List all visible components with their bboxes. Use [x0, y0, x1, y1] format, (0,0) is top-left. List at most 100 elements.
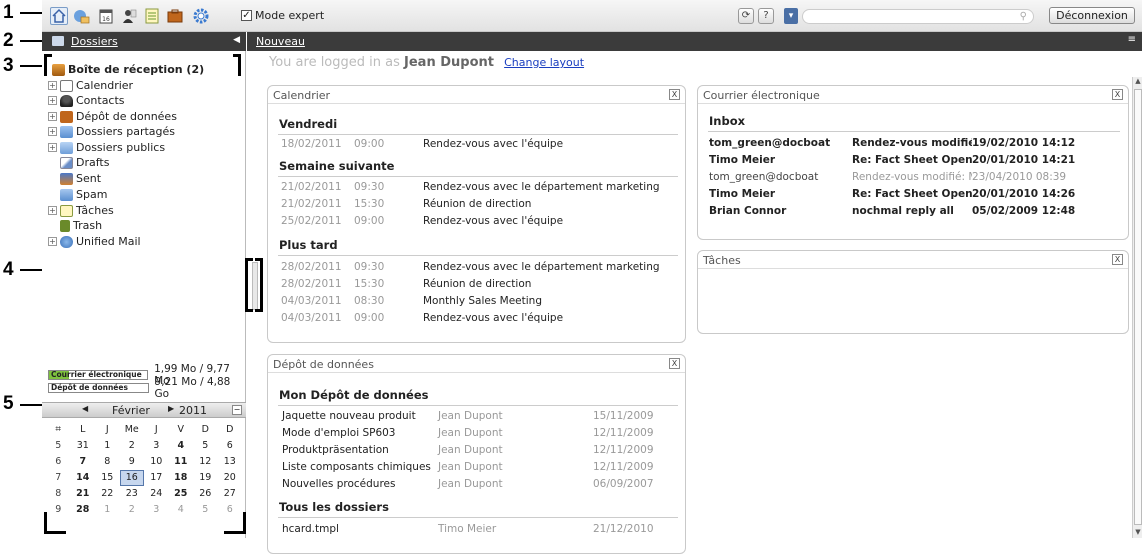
folder-tasks[interactable]: + Tâches	[48, 203, 114, 218]
expand-icon[interactable]: +	[48, 96, 57, 105]
calendar-day[interactable]: 22	[95, 486, 120, 502]
calendar-day[interactable]: 14	[71, 470, 96, 486]
calendar-day[interactable]: 3	[144, 438, 169, 454]
expand-icon[interactable]: +	[48, 81, 57, 90]
calendar-day[interactable]: 31	[71, 438, 96, 454]
refresh-button[interactable]: ⟳	[738, 8, 754, 24]
folder-sent[interactable]: Sent	[48, 171, 101, 186]
calendar-day[interactable]: 6	[218, 438, 243, 454]
close-icon[interactable]: X	[669, 89, 680, 100]
calendar-day[interactable]: 21	[71, 486, 96, 502]
calendar-day[interactable]: 12	[193, 454, 218, 470]
folder-infostore[interactable]: + Dépôt de données	[48, 109, 177, 124]
calendar-day[interactable]: 5	[193, 502, 218, 518]
calendar-day[interactable]: 4	[169, 438, 194, 454]
calendar-day[interactable]: 9	[120, 454, 145, 470]
calendar-day[interactable]: 26	[193, 486, 218, 502]
mail-row[interactable]: tom_green@docboatRendez-vous modifié: Mo…	[709, 171, 1128, 183]
prev-month-icon[interactable]: ◀	[82, 404, 88, 413]
folder-public[interactable]: + Dossiers publics	[48, 140, 165, 155]
settings-icon[interactable]	[192, 7, 210, 25]
infostore-icon[interactable]	[166, 7, 184, 25]
logout-button[interactable]: Déconnexion	[1049, 7, 1135, 24]
calendar-day[interactable]: 15	[95, 470, 120, 486]
week-number[interactable]: 5	[46, 438, 71, 454]
event-row[interactable]: 04/03/2011 09:00 Rendez-vous avec l'équipe	[281, 312, 563, 324]
calendar-day[interactable]: 13	[218, 454, 243, 470]
folder-shared[interactable]: + Dossiers partagés	[48, 124, 175, 139]
sidebar-title[interactable]: Dossiers	[71, 35, 118, 48]
close-icon[interactable]: X	[1112, 254, 1123, 265]
calendar-day[interactable]: 18	[169, 470, 194, 486]
event-row[interactable]: 28/02/2011 15:30 Réunion de direction	[281, 278, 531, 290]
calendar-day[interactable]: 23	[120, 486, 145, 502]
event-row[interactable]: 25/02/2011 09:00 Rendez-vous avec l'équipe	[281, 215, 563, 227]
next-month-icon[interactable]: ▶	[168, 404, 174, 413]
mail-icon[interactable]	[72, 7, 90, 25]
event-row[interactable]: 28/02/2011 09:30 Rendez-vous avec le dépar…	[281, 261, 660, 273]
calendar-day[interactable]: 3	[144, 502, 169, 518]
week-number[interactable]: 8	[46, 486, 71, 502]
folder-drafts[interactable]: Drafts	[48, 155, 109, 170]
calendar-day[interactable]: 28	[71, 502, 96, 518]
calendar-day[interactable]: 1	[95, 502, 120, 518]
event-row[interactable]: 04/03/2011 08:30 Monthly Sales Meeting	[281, 295, 542, 307]
mail-row[interactable]: Brian Connor nochmal reply all 05/02/2009 …	[709, 205, 1128, 217]
calendar-day[interactable]: 24	[144, 486, 169, 502]
calendar-day[interactable]: 7	[71, 454, 96, 470]
calendar-day[interactable]: 2	[120, 438, 145, 454]
calendar-collapse-icon[interactable]: −	[232, 405, 242, 415]
calendar-day[interactable]: 8	[95, 454, 120, 470]
file-row[interactable]: hcard.tmpl Timo Meier 21/12/2010	[282, 523, 654, 535]
home-icon[interactable]	[50, 7, 68, 25]
help-button[interactable]: ?	[758, 8, 774, 24]
week-number[interactable]: 7	[46, 470, 71, 486]
widget-header[interactable]: Courrier électronique X	[698, 86, 1128, 104]
calendar-day[interactable]: 27	[218, 486, 243, 502]
calendar-day[interactable]: 11	[169, 454, 194, 470]
folder-trash[interactable]: Trash	[48, 218, 102, 233]
folder-contacts[interactable]: + Contacts	[48, 93, 125, 108]
contacts-icon[interactable]	[120, 7, 138, 25]
widget-header[interactable]: Dépôt de données X	[268, 355, 685, 373]
main-scrollbar[interactable]: ▲ ▼	[1132, 77, 1142, 538]
calendar-day[interactable]: 10	[144, 454, 169, 470]
calendar-day[interactable]: 2	[120, 502, 145, 518]
mail-row[interactable]: Timo MeierRe: Fact Sheet Open-Xchange20/…	[709, 154, 1128, 166]
collapse-sidebar-icon[interactable]: ◀	[233, 35, 240, 45]
main-menu-icon[interactable]: ≡	[1128, 34, 1136, 45]
event-row[interactable]: 18/02/2011 09:00 Rendez-vous avec l'équipe	[281, 138, 563, 150]
close-icon[interactable]: X	[1112, 89, 1123, 100]
calendar-day[interactable]: 4	[169, 502, 194, 518]
calendar-day[interactable]: 17	[144, 470, 169, 486]
calendar-day[interactable]: 5	[193, 438, 218, 454]
calendar-today-icon[interactable]: ⌗	[46, 422, 71, 438]
search-options-dropdown[interactable]: ▾	[784, 8, 798, 24]
folder-unified-mail[interactable]: + Unified Mail	[48, 234, 141, 249]
calendar-day[interactable]: 20	[218, 470, 243, 486]
file-row[interactable]: Jaquette nouveau produit Jean Dupont 15/11…	[282, 410, 654, 422]
scroll-up-icon[interactable]: ▲	[1133, 77, 1142, 87]
folder-spam[interactable]: Spam	[48, 187, 107, 202]
widget-header[interactable]: Calendrier X	[268, 86, 685, 104]
mode-expert-checkbox[interactable]: ✓	[241, 10, 252, 21]
mail-row[interactable]: Timo MeierRe: Fact Sheet Open-Xchange20/…	[709, 188, 1128, 200]
widget-header[interactable]: Tâches X	[698, 251, 1128, 269]
mode-expert-toggle[interactable]: ✓ Mode expert	[241, 9, 324, 22]
calendar-icon[interactable]: 16	[97, 7, 115, 25]
file-row[interactable]: Mode d'emploi SP603 Jean Dupont 12/11/2009	[282, 427, 654, 439]
file-row[interactable]: Produktpräsentation Jean Dupont 12/11/2009	[282, 444, 654, 456]
close-icon[interactable]: X	[669, 358, 680, 369]
file-row[interactable]: Liste composants chimiques Jean Dupont 12/…	[282, 461, 654, 473]
folder-calendar[interactable]: + Calendrier	[48, 78, 133, 93]
calendar-day[interactable]: 25	[169, 486, 194, 502]
week-number[interactable]: 6	[46, 454, 71, 470]
file-row[interactable]: Nouvelles procédures Jean Dupont 06/09/200…	[282, 478, 654, 490]
calendar-day-today[interactable]: 16	[119, 470, 144, 486]
change-layout-link[interactable]: Change layout	[504, 56, 584, 69]
tasks-icon[interactable]	[143, 7, 161, 25]
calendar-day[interactable]: 19	[193, 470, 218, 486]
new-menu[interactable]: Nouveau	[256, 35, 305, 48]
scroll-thumb[interactable]	[1134, 89, 1142, 525]
event-row[interactable]: 21/02/2011 09:30 Rendez-vous avec le dépar…	[281, 181, 660, 193]
